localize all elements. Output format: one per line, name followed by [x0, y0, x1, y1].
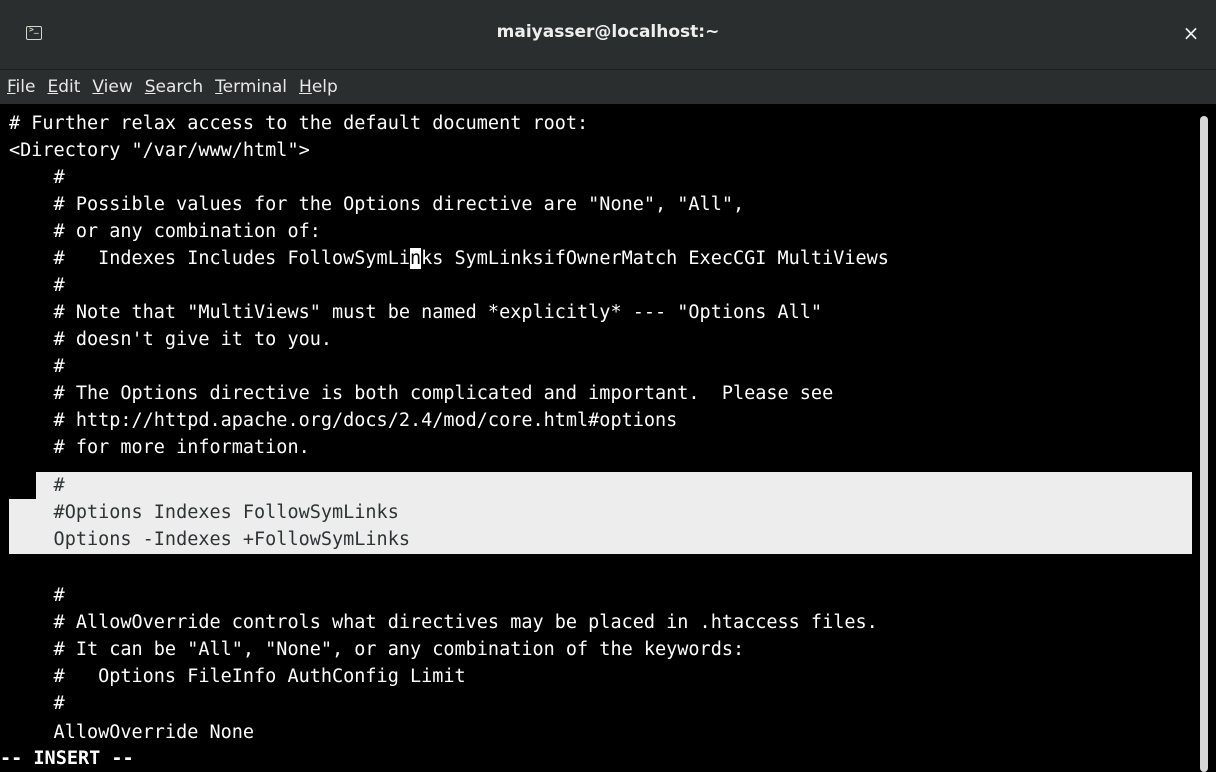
editor-line-selected: #Options Indexes FollowSymLinks	[9, 502, 399, 523]
close-icon[interactable]: ×	[1178, 20, 1204, 46]
editor-line-with-cursor: # Indexes Includes FollowSymLinks SymLin…	[9, 248, 889, 269]
editor-line: # Possible values for the Options direct…	[9, 194, 745, 215]
window-title: maiyasser@localhost:~	[496, 22, 720, 42]
editor-line: #	[9, 693, 65, 714]
editor-line: # The Options directive is both complica…	[9, 383, 834, 404]
text-cursor: n	[409, 248, 422, 269]
editor-line: <Directory "/var/www/html">	[9, 140, 310, 161]
editor-line: #	[9, 167, 65, 188]
menu-bar: File Edit View Search Terminal Help	[0, 70, 1216, 104]
editor-line: # Further relax access to the default do…	[9, 113, 589, 134]
editor-line: # for more information.	[9, 437, 310, 458]
title-bar[interactable]: >_ maiyasser@localhost:~ ×	[0, 0, 1216, 70]
editor-line: # AllowOverride controls what directives…	[9, 612, 878, 633]
menu-edit[interactable]: Edit	[47, 77, 80, 97]
editor-line-selected: Options -Indexes +FollowSymLinks	[9, 529, 410, 550]
editor-line: #	[9, 585, 65, 606]
editor-line-selected: #	[9, 475, 65, 496]
menu-terminal[interactable]: Terminal	[215, 77, 287, 97]
editor-line: #	[9, 356, 65, 377]
editor-line: AllowOverride None	[9, 722, 255, 743]
menu-file[interactable]: File	[7, 77, 35, 97]
editor-line: # doesn't give it to you.	[9, 329, 333, 350]
editor-line: # Note that "MultiViews" must be named *…	[9, 302, 823, 323]
menu-help[interactable]: Help	[299, 77, 338, 97]
editor-line: # http://httpd.apache.org/docs/2.4/mod/c…	[9, 410, 678, 431]
terminal-content[interactable]: # Further relax access to the default do…	[0, 104, 1196, 772]
terminal-window: >_ maiyasser@localhost:~ × File Edit Vie…	[0, 0, 1216, 772]
vim-mode-status: -- INSERT --	[0, 748, 134, 769]
menu-search[interactable]: Search	[145, 77, 203, 97]
editor-line: # Options FileInfo AuthConfig Limit	[9, 666, 466, 687]
menu-view[interactable]: View	[92, 77, 132, 97]
scrollbar-thumb[interactable]	[1200, 116, 1208, 772]
editor-line: # or any combination of:	[9, 221, 321, 242]
vertical-scrollbar[interactable]	[1196, 104, 1216, 772]
editor-line: #	[9, 275, 65, 296]
editor-line: # It can be "All", "None", or any combin…	[9, 639, 745, 660]
